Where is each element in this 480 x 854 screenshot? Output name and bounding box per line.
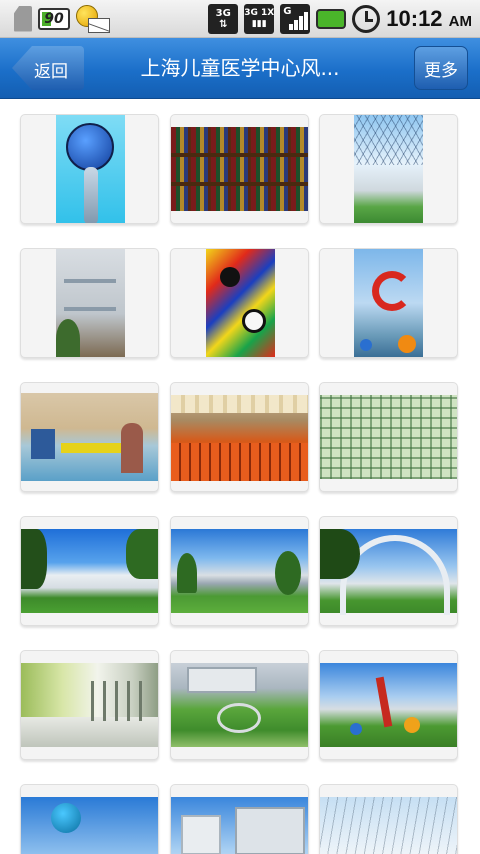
- gallery-item-10[interactable]: [20, 516, 159, 626]
- gallery-item-3[interactable]: [319, 114, 458, 224]
- arch-gate-photo: [320, 529, 457, 615]
- gallery-item-2[interactable]: [170, 114, 309, 224]
- globe-sculpture-photo: [21, 797, 158, 854]
- corridor-photo: [21, 663, 158, 747]
- bookshelf-photo: [171, 127, 308, 211]
- notification-mail-icon: [76, 4, 110, 33]
- fountain-sculpture-photo: [354, 249, 423, 357]
- campus-building-photo: [21, 529, 158, 613]
- tiled-wall-photo: [320, 395, 457, 479]
- campus-lawn-photo: [171, 529, 308, 613]
- gallery-item-12[interactable]: [319, 516, 458, 626]
- gallery-item-6[interactable]: [319, 248, 458, 358]
- 3g-data-icon: 3G ⇅: [208, 3, 239, 34]
- gallery-item-16[interactable]: [20, 784, 159, 854]
- gallery-item-14[interactable]: [170, 650, 309, 760]
- back-button-label: 返回: [34, 62, 68, 82]
- plaza-sculpture-photo: [320, 663, 457, 747]
- gallery-item-11[interactable]: [170, 516, 309, 626]
- abstract-painting-photo: [206, 249, 275, 357]
- atrium-interior-photo: [320, 797, 457, 854]
- interior-stairwell-photo: [56, 249, 125, 357]
- status-bar: 90 3G ⇅ 3G 1X ▮▮▮ G 10:12 AM: [0, 0, 480, 38]
- cell-signal-icon: G: [280, 3, 311, 34]
- gallery-item-15[interactable]: [319, 650, 458, 760]
- hospital-exterior-photo: [171, 797, 308, 854]
- back-button[interactable]: 返回: [12, 46, 84, 90]
- auditorium-photo: [171, 395, 308, 481]
- app-screen: 90 3G ⇅ 3G 1X ▮▮▮ G 10:12 AM 返回 上海儿童医学中心风.…: [0, 0, 480, 854]
- battery-icon: [316, 8, 347, 29]
- gallery-item-7[interactable]: [20, 382, 159, 492]
- gallery-item-18[interactable]: [319, 784, 458, 854]
- sculpture-globe-photo: [56, 115, 125, 223]
- title-bar: 返回 上海儿童医学中心风... 更多: [0, 38, 480, 99]
- gallery-item-8[interactable]: [170, 382, 309, 492]
- battery-level-icon: 90: [38, 7, 70, 30]
- gallery-item-4[interactable]: [20, 248, 159, 358]
- page-title: 上海儿童医学中心风...: [140, 56, 340, 80]
- status-time: 10:12 AM: [386, 5, 472, 31]
- gallery-item-17[interactable]: [170, 784, 309, 854]
- more-button[interactable]: 更多: [414, 46, 468, 90]
- gallery-item-5[interactable]: [170, 248, 309, 358]
- playroom-photo: [21, 393, 158, 481]
- sd-card-icon: [14, 5, 32, 32]
- alarm-clock-icon: [352, 4, 381, 33]
- glass-atrium-photo: [354, 115, 423, 223]
- aerial-garden-photo: [171, 663, 308, 747]
- gallery-item-1[interactable]: [20, 114, 159, 224]
- 3g-1x-signal-icon: 3G 1X ▮▮▮: [244, 3, 275, 34]
- battery-level-label: 90: [44, 10, 64, 27]
- gallery-item-9[interactable]: [319, 382, 458, 492]
- gallery-item-13[interactable]: [20, 650, 159, 760]
